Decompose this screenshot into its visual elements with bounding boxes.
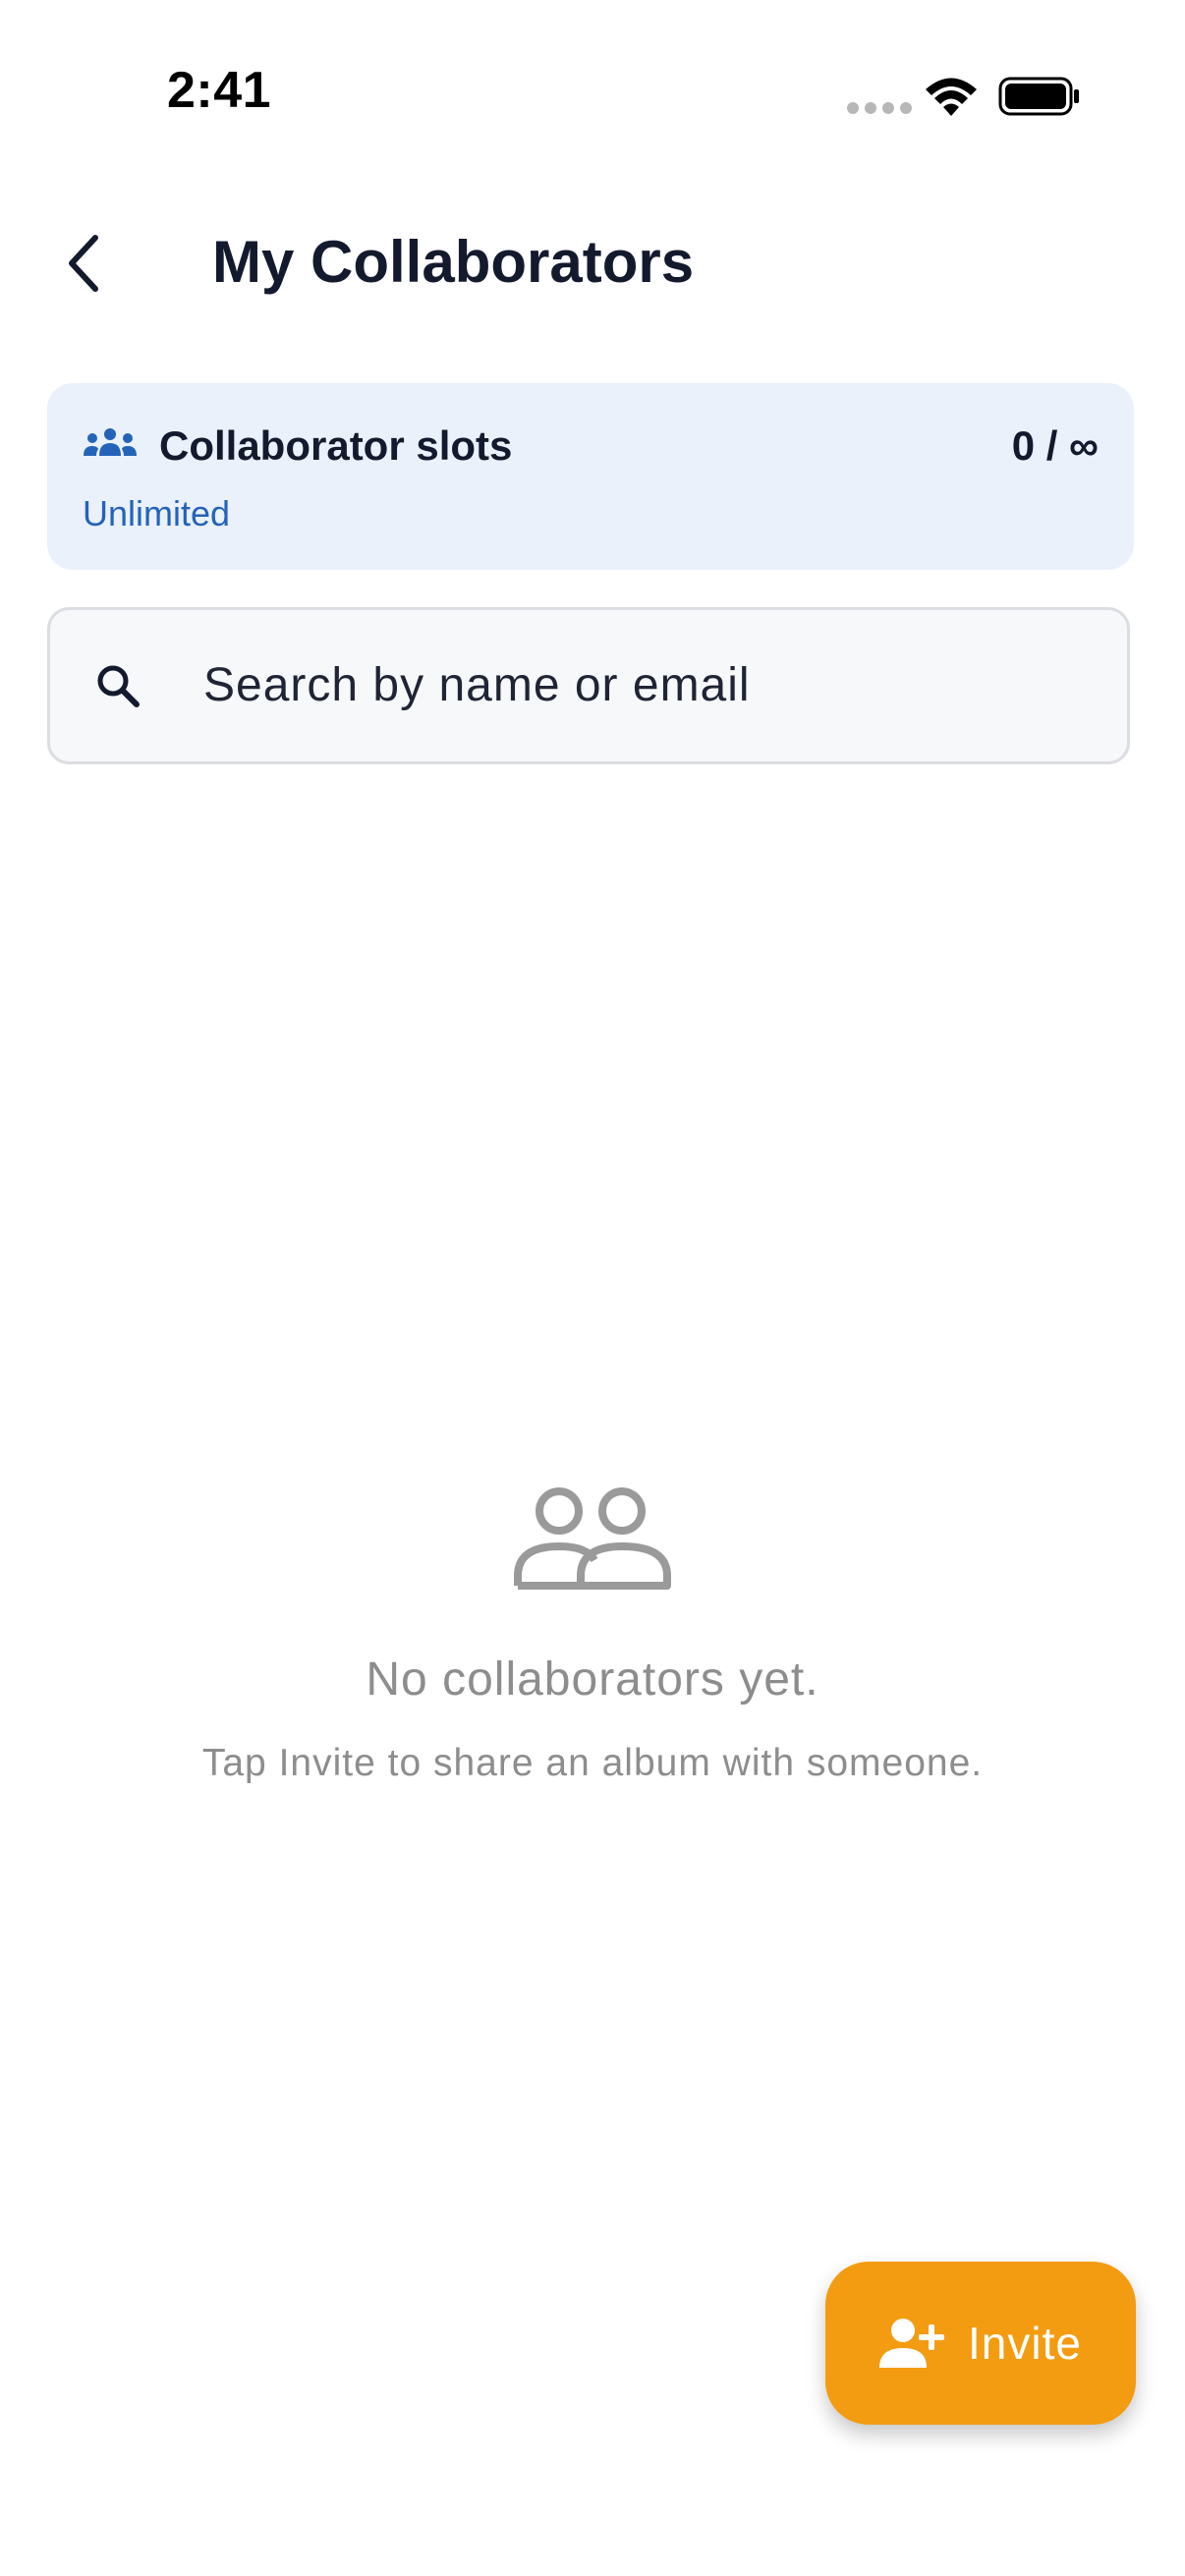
person-add-icon: [879, 2319, 945, 2368]
battery-icon: [998, 77, 1079, 116]
back-button[interactable]: [49, 224, 118, 303]
group-icon: [84, 428, 137, 456]
wifi-icon: [926, 78, 977, 116]
collaborator-slots-subtitle: Unlimited: [83, 493, 231, 533]
invite-button[interactable]: Invite: [825, 2262, 1136, 2425]
search-input[interactable]: [203, 645, 1088, 724]
collaborator-slots-card: Collaborator slots 0 / ∞ Unlimited: [47, 383, 1134, 570]
empty-state: No collaborators yet. Tap Invite to shar…: [0, 1484, 1185, 1785]
search-icon: [97, 665, 140, 707]
collaborator-slots-title: Collaborator slots: [159, 422, 513, 469]
collaborator-slots-count: 0 / ∞: [1011, 422, 1099, 469]
chevron-left-icon: [69, 235, 98, 292]
search-box[interactable]: [47, 607, 1130, 764]
empty-state-title: No collaborators yet.: [366, 1653, 819, 1706]
status-time: 2:41: [167, 62, 272, 119]
cellular-signal-icon: [847, 102, 912, 114]
page-title: My Collaborators: [212, 229, 695, 295]
invite-button-label: Invite: [968, 2318, 1082, 2369]
status-bar: 2:41: [0, 0, 1185, 187]
people-outline-icon: [514, 1487, 671, 1590]
empty-state-subtitle: Tap Invite to share an album with someon…: [201, 1742, 984, 1784]
